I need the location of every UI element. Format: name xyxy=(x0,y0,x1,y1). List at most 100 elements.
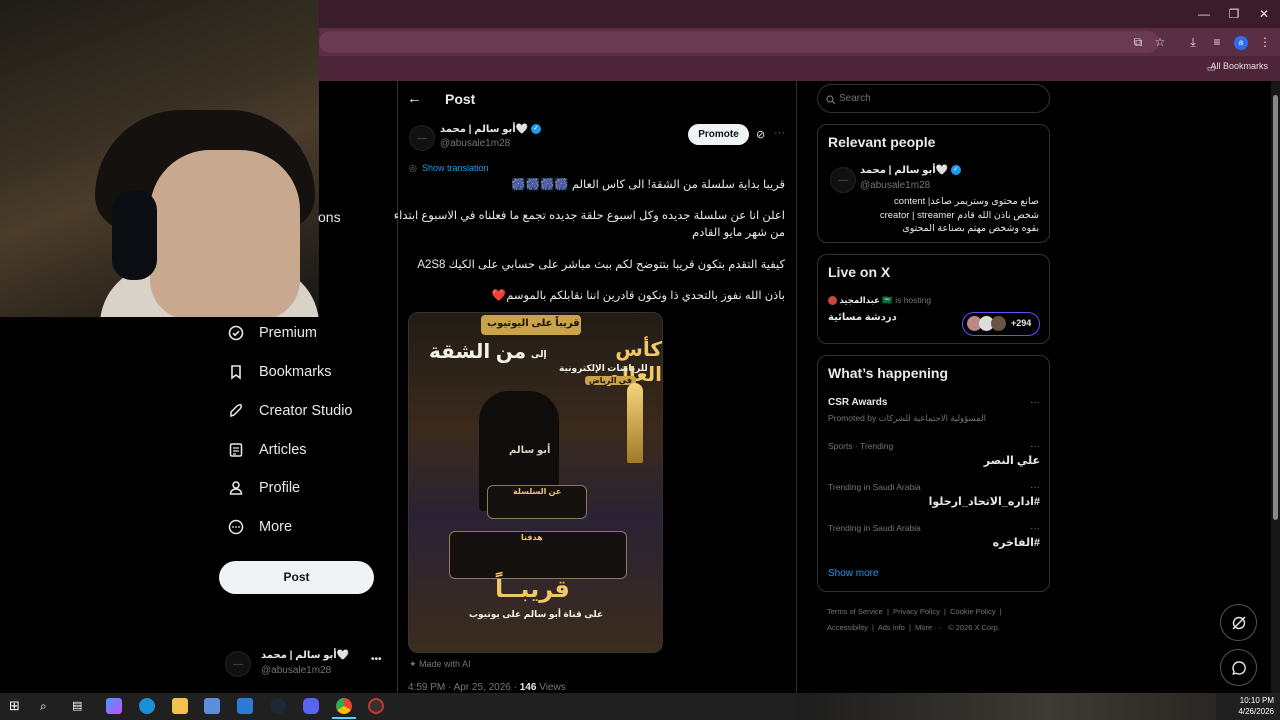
chat-bubble-icon xyxy=(1231,660,1246,675)
back-arrow-icon[interactable]: ← xyxy=(407,90,422,107)
sidebar-item-creator-studio[interactable]: Creator Studio xyxy=(227,396,353,426)
taskbar-clock[interactable]: 10:10 PM 4/26/2026 xyxy=(1238,695,1274,717)
sidebar-item-articles[interactable]: Articles xyxy=(227,435,307,465)
trend-more-icon[interactable]: ··· xyxy=(1030,523,1040,534)
account-name: أبو سالم | محمد🤍 xyxy=(261,650,350,661)
sidebar-item-label: Bookmarks xyxy=(259,364,332,380)
trend-item[interactable]: Sports · Trending علي النصر ··· xyxy=(828,441,1040,471)
sidebar-item-profile[interactable]: Profile xyxy=(227,473,300,503)
footer-cookie-link[interactable]: Cookie Policy xyxy=(950,607,995,616)
windows-start-icon[interactable]: ⊞ xyxy=(9,698,25,714)
page-title: Post xyxy=(445,91,476,107)
trend-item[interactable]: CSR Awards Promoted by المسؤولية الاجتما… xyxy=(828,397,1040,427)
show-translation-link[interactable]: Show translation xyxy=(422,163,489,173)
task-view-icon[interactable]: ▤ xyxy=(72,698,88,714)
webcam-headset xyxy=(112,190,157,280)
listener-avatar xyxy=(991,316,1006,331)
post-button[interactable]: Post xyxy=(219,561,374,594)
footer-privacy-link[interactable]: Privacy Policy xyxy=(893,607,940,616)
post-more-icon[interactable]: ··· xyxy=(774,127,785,139)
grok-fab[interactable] xyxy=(1220,604,1257,641)
steam-icon[interactable] xyxy=(270,698,286,714)
account-more-icon[interactable]: ••• xyxy=(371,654,382,665)
trend-item[interactable]: Trending in Saudi Arabia #الفاخره ··· xyxy=(828,523,1040,553)
live-listeners-pill[interactable]: +294 xyxy=(962,312,1040,336)
verified-icon: ✓ xyxy=(530,124,541,135)
profile-avatar[interactable]: a xyxy=(1234,36,1248,50)
all-bookmarks-link[interactable]: All Bookmarks xyxy=(1210,61,1268,71)
live-on-x-card: Live on X عبدالمجيد 🇸🇦 is hosting دردشة … xyxy=(817,254,1050,344)
mail-icon[interactable] xyxy=(237,698,253,714)
trend-meta: Promoted by المسؤولية الاجتماعية للشركات xyxy=(828,413,986,423)
bookmark-star-icon[interactable]: ☆ xyxy=(1152,35,1168,49)
author-avatar[interactable]: — xyxy=(409,125,435,151)
copilot-icon[interactable] xyxy=(106,698,122,714)
file-explorer-icon[interactable] xyxy=(172,698,188,714)
search-icon[interactable]: ⌕ xyxy=(40,698,56,714)
image-series-label: عن السلسلة xyxy=(513,487,562,496)
sidebar-item-bookmarks[interactable]: Bookmarks xyxy=(227,357,332,387)
restore-icon[interactable]: ❐ xyxy=(1226,7,1242,21)
author-handle[interactable]: @abusale1m28 xyxy=(440,138,510,149)
tweet-text-line-6: باذن الله نفوز بالتحدي ذا ونكون قادرين ا… xyxy=(491,290,785,302)
sidebar-item-more[interactable]: More xyxy=(227,512,292,542)
tweet-text-line-4: من شهر مايو القادم xyxy=(692,227,785,239)
relevant-avatar[interactable]: — xyxy=(830,167,856,193)
image-soon-text: قريبــاً xyxy=(495,576,570,603)
live-host-line[interactable]: عبدالمجيد 🇸🇦 is hosting xyxy=(828,295,931,306)
trend-more-icon[interactable]: ··· xyxy=(1030,482,1040,493)
footer-terms-link[interactable]: Terms of Service xyxy=(827,607,883,616)
taskbar-wallpaper-strip xyxy=(796,693,1216,720)
whats-happening-title: What’s happening xyxy=(828,365,949,381)
promote-button[interactable]: Promote xyxy=(688,124,749,145)
active-app-indicator xyxy=(332,717,356,719)
trend-item[interactable]: Trending in Saudi Arabia #اداره_الاتحاد_… xyxy=(828,482,1040,512)
image-banner-text: قريباً على اليوتيوب xyxy=(487,318,580,329)
discord-icon[interactable] xyxy=(303,698,319,714)
tweet-image[interactable]: قريباً على اليوتيوب كأس العالم إلى من ال… xyxy=(408,312,663,653)
close-icon[interactable]: ✕ xyxy=(1256,7,1272,21)
sidebar-item-partial-label[interactable]: ons xyxy=(318,209,341,225)
relevant-name[interactable]: أبو سالم | محمد🤍 ✓ xyxy=(860,165,961,176)
trend-more-icon[interactable]: ··· xyxy=(1030,441,1040,452)
footer-more-link[interactable]: More ··· xyxy=(915,623,942,632)
sidebar-item-label: Premium xyxy=(259,325,318,341)
grok-icon[interactable]: ⊘ xyxy=(756,128,765,141)
views-count: 146 xyxy=(519,682,537,693)
obs-icon[interactable] xyxy=(368,698,384,714)
account-switcher[interactable]: — أبو سالم | محمد🤍 @abusale1m28 ••• xyxy=(225,646,385,682)
footer-ads-link[interactable]: Ads info xyxy=(878,623,905,632)
download-icon[interactable]: ⤓ xyxy=(1185,35,1201,49)
show-more-link[interactable]: Show more xyxy=(828,568,879,579)
sidebar-item-label: Profile xyxy=(259,480,301,496)
trend-meta: Trending in Saudi Arabia xyxy=(828,482,921,492)
footer-accessibility-link[interactable]: Accessibility xyxy=(827,623,868,632)
trend-more-icon[interactable]: ··· xyxy=(1030,397,1040,408)
image-name-tag: أبو سالم xyxy=(509,445,551,456)
author-name-text: أبو سالم | محمد🤍 xyxy=(440,124,529,135)
account-handle: @abusale1m28 xyxy=(261,665,332,676)
relevant-handle[interactable]: @abusale1m28 xyxy=(860,180,930,191)
post-timestamp: 4:59 PM · Apr 25, 2026 · 146 Views xyxy=(408,682,566,693)
media-icon[interactable]: ≡ xyxy=(1209,35,1225,49)
minimize-icon[interactable]: — xyxy=(1196,7,1212,21)
image-title-left: من الشقة xyxy=(429,341,527,363)
live-space-title[interactable]: دردشة مسائية xyxy=(828,312,897,323)
address-bar[interactable] xyxy=(319,31,1159,53)
author-name[interactable]: أبو سالم | محمد🤍 ✓ xyxy=(440,124,541,135)
install-app-icon[interactable]: ⧉ xyxy=(1130,35,1146,49)
relevant-people-title: Relevant people xyxy=(828,134,936,150)
edge-icon[interactable] xyxy=(139,698,155,714)
live-hosting-label: is hosting xyxy=(895,295,932,305)
scrollbar-thumb[interactable] xyxy=(1273,95,1278,520)
trend-name: #اداره_الاتحاد_ارحلوا xyxy=(928,496,1040,508)
sidebar-item-premium[interactable]: Premium xyxy=(227,318,317,348)
store-icon[interactable] xyxy=(204,698,220,714)
host-avatar xyxy=(828,296,837,306)
messages-fab[interactable] xyxy=(1220,649,1257,686)
live-host-name: عبدالمجيد 🇸🇦 xyxy=(839,295,893,305)
trend-meta: Sports · Trending xyxy=(828,441,894,451)
rocket-icon xyxy=(227,402,245,420)
chrome-icon[interactable] xyxy=(336,698,352,714)
browser-menu-icon[interactable]: ⋮ xyxy=(1257,35,1273,49)
